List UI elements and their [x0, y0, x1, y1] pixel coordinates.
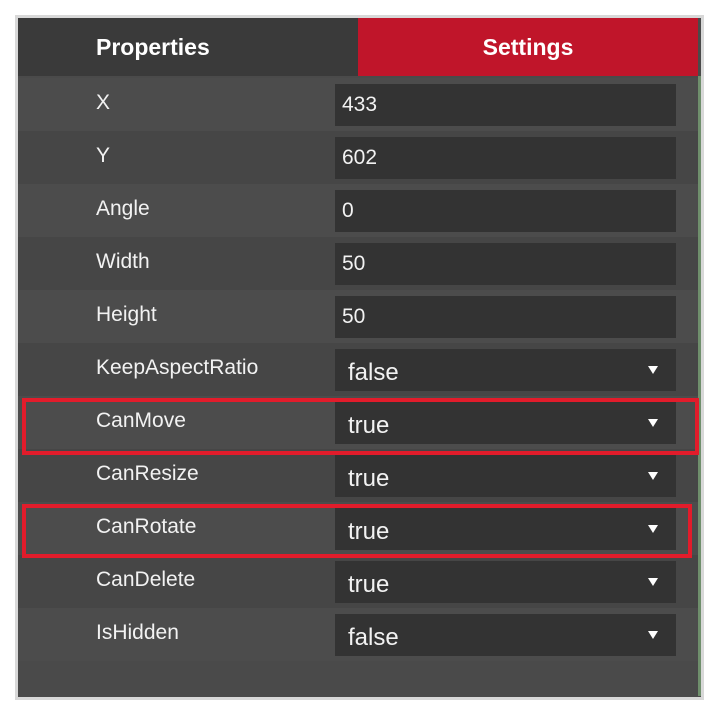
row-label-can-resize: CanResize [96, 462, 199, 485]
row-label-x: X [96, 91, 111, 114]
row-can-delete: CanDelete true [18, 555, 698, 608]
y-field[interactable]: 602 [335, 137, 676, 179]
angle-field[interactable]: 0 [335, 190, 676, 232]
dropdown-arrow-icon [648, 631, 658, 639]
dropdown-arrow-icon [648, 472, 658, 480]
can-resize-value: true [348, 465, 390, 492]
row-label-angle: Angle [96, 197, 150, 220]
row-can-move: CanMove true [18, 396, 698, 449]
row-label-is-hidden: IsHidden [96, 621, 179, 644]
tab-settings[interactable]: Settings [358, 18, 698, 76]
row-keep-aspect-ratio: KeepAspectRatio false [18, 343, 698, 396]
keep-aspect-ratio-value: false [348, 359, 399, 386]
can-move-value: true [348, 412, 390, 439]
row-angle: Angle 0 [18, 184, 698, 237]
row-y: Y 602 [18, 131, 698, 184]
row-label-height: Height [96, 303, 157, 326]
row-label-can-delete: CanDelete [96, 568, 196, 591]
row-height: Height 50 [18, 290, 698, 343]
row-can-rotate: CanRotate true [18, 502, 698, 555]
dropdown-arrow-icon [648, 419, 658, 427]
row-label-can-move: CanMove [96, 409, 186, 432]
tab-properties[interactable]: Properties [18, 18, 358, 76]
scrollbar-strip[interactable] [698, 76, 701, 696]
row-is-hidden: IsHidden false [18, 608, 698, 661]
dropdown-arrow-icon [648, 578, 658, 586]
row-x: X 433 [18, 78, 698, 131]
row-width: Width 50 [18, 237, 698, 290]
tab-bar: Properties Settings [18, 18, 698, 76]
row-label-width: Width [96, 250, 150, 273]
dropdown-arrow-icon [648, 525, 658, 533]
row-can-resize: CanResize true [18, 449, 698, 502]
row-label-y: Y [96, 144, 111, 167]
dropdown-arrow-icon [648, 366, 658, 374]
can-rotate-value: true [348, 518, 390, 545]
width-field[interactable]: 50 [335, 243, 676, 285]
can-delete-value: true [348, 571, 390, 598]
is-hidden-value: false [348, 624, 399, 651]
x-field[interactable]: 433 [335, 84, 676, 126]
row-label-can-rotate: CanRotate [96, 515, 197, 538]
row-label-keep-aspect-ratio: KeepAspectRatio [96, 356, 259, 379]
properties-panel: Properties Settings X 433 Y 602 Angle 0 … [15, 15, 704, 700]
height-field[interactable]: 50 [335, 296, 676, 338]
property-list: X 433 Y 602 Angle 0 Width 50 Height 50 K… [18, 78, 698, 661]
